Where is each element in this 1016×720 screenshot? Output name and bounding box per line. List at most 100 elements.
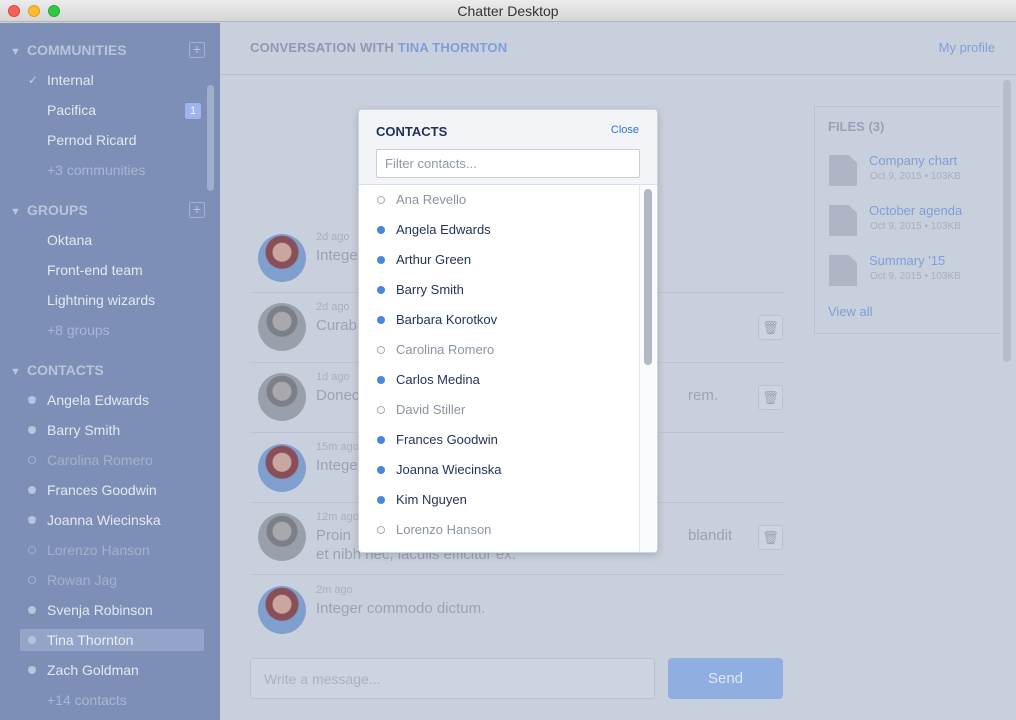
sidebar-item-group[interactable]: Lightning wizards: [20, 289, 204, 311]
online-status-icon: [28, 666, 36, 674]
contact-item[interactable]: Carolina Romero: [359, 335, 639, 365]
sidebar-item-contact[interactable]: Angela Edwards: [20, 389, 204, 411]
online-status-icon: [377, 316, 385, 324]
contact-item[interactable]: Angela Edwards: [359, 215, 639, 245]
sidebar-item-contact[interactable]: Barry Smith: [20, 419, 204, 441]
send-button[interactable]: Send: [668, 658, 783, 699]
contact-item[interactable]: Joanna Wiecinska: [359, 455, 639, 485]
sidebar-item-contact[interactable]: Lorenzo Hanson: [20, 539, 204, 561]
window-title: Chatter Desktop: [457, 3, 559, 19]
modal-title: CONTACTS: [376, 124, 448, 139]
offline-status-icon: [377, 346, 385, 354]
contact-item[interactable]: Kim Nguyen: [359, 485, 639, 515]
sidebar-item-contact[interactable]: Rowan Jag: [20, 569, 204, 591]
window-zoom-button[interactable]: [48, 5, 60, 17]
sidebar-item-community[interactable]: ✓ Internal: [20, 69, 204, 91]
offline-status-icon: [28, 546, 36, 554]
my-profile-link[interactable]: My profile: [939, 40, 995, 55]
file-meta: Oct 9, 2015 • 103KB: [870, 271, 961, 282]
offline-status-icon: [377, 526, 385, 534]
online-status-icon: [28, 636, 36, 644]
sidebar-item-contact-selected[interactable]: Tina Thornton: [20, 629, 204, 651]
file-name[interactable]: Summary '15: [869, 253, 945, 268]
sidebar-item-contact[interactable]: Joanna Wiecinska: [20, 509, 204, 531]
files-title: FILES (3): [828, 119, 885, 134]
window-close-button[interactable]: [8, 5, 20, 17]
communities-section-header[interactable]: ▼ COMMUNITIES +: [10, 40, 205, 60]
sidebar-item-contact[interactable]: Svenja Robinson: [20, 599, 204, 621]
window-titlebar: Chatter Desktop: [0, 0, 1016, 22]
delete-message-button[interactable]: 🗑: [758, 385, 783, 410]
contact-item[interactable]: Lorenzo Hanson: [359, 515, 639, 545]
checkmark-icon: ✓: [28, 73, 39, 87]
avatar: [258, 234, 306, 282]
contact-item[interactable]: Frances Goodwin: [359, 425, 639, 455]
window-minimize-button[interactable]: [28, 5, 40, 17]
sidebar-item-group[interactable]: Front-end team: [20, 259, 204, 281]
message-time: 12m ago: [316, 511, 359, 523]
online-status-icon: [28, 516, 36, 524]
avatar: [258, 303, 306, 351]
trash-icon: 🗑: [762, 530, 779, 545]
sidebar-item-community[interactable]: Pacifica 1: [20, 99, 204, 121]
online-status-icon: [377, 226, 385, 234]
contact-item[interactable]: Arthur Green: [359, 245, 639, 275]
delete-message-button[interactable]: 🗑: [758, 525, 783, 550]
offline-status-icon: [377, 406, 385, 414]
contact-item[interactable]: Ana Revello: [359, 185, 639, 215]
online-status-icon: [377, 466, 385, 474]
online-status-icon: [377, 376, 385, 384]
sidebar-item-contact[interactable]: Frances Goodwin: [20, 479, 204, 501]
message-input[interactable]: Write a message...: [250, 658, 655, 699]
sidebar-scrollbar[interactable]: [207, 85, 214, 191]
message-time: 2m ago: [316, 584, 353, 596]
file-name[interactable]: Company chart: [869, 153, 957, 168]
file-item[interactable]: October agenda Oct 9, 2015 • 103KB: [829, 203, 999, 239]
contact-item[interactable]: Barbara Korotkov: [359, 305, 639, 335]
file-item[interactable]: Company chart Oct 9, 2015 • 103KB: [829, 153, 999, 189]
sidebar-item-contact[interactable]: Carolina Romero: [20, 449, 204, 471]
chevron-down-icon: ▼: [10, 206, 21, 218]
online-status-icon: [28, 396, 36, 404]
message-text-tail: rem.: [688, 387, 718, 404]
filter-contacts-input[interactable]: [376, 149, 640, 178]
document-icon: [829, 155, 857, 186]
files-panel: FILES (3) Company chart Oct 9, 2015 • 10…: [814, 106, 1000, 334]
message-time: 2d ago: [316, 301, 350, 313]
main-scrollbar[interactable]: [1003, 80, 1011, 362]
file-item[interactable]: Summary '15 Oct 9, 2015 • 103KB: [829, 253, 999, 289]
conversation-contact-name[interactable]: TINA THORNTON: [398, 40, 507, 55]
document-icon: [829, 205, 857, 236]
sidebar-item-community[interactable]: Pernod Ricard: [20, 129, 204, 151]
sidebar-item-contact[interactable]: Zach Goldman: [20, 659, 204, 681]
add-community-button[interactable]: +: [189, 42, 205, 58]
avatar: [258, 444, 306, 492]
more-communities-link[interactable]: +3 communities: [20, 159, 204, 181]
contacts-section-header[interactable]: ▼ CONTACTS: [10, 360, 205, 380]
contact-item[interactable]: Carlos Medina: [359, 365, 639, 395]
more-contacts-link[interactable]: +14 contacts: [20, 689, 204, 711]
online-status-icon: [377, 436, 385, 444]
view-all-files-link[interactable]: View all: [828, 304, 873, 319]
chevron-down-icon: ▼: [10, 366, 21, 378]
contact-item[interactable]: David Stiller: [359, 395, 639, 425]
online-status-icon: [28, 426, 36, 434]
more-groups-link[interactable]: +8 groups: [20, 319, 204, 341]
add-group-button[interactable]: +: [189, 202, 205, 218]
online-status-icon: [28, 486, 36, 494]
groups-section-header[interactable]: ▼ GROUPS +: [10, 200, 205, 220]
sidebar: ▼ COMMUNITIES + ✓ Internal Pacifica 1 Pern…: [0, 23, 220, 720]
trash-icon: 🗑: [762, 390, 779, 405]
avatar: [258, 586, 306, 634]
modal-header: CONTACTS Close: [359, 110, 657, 185]
contacts-modal: CONTACTS Close Ana Revello Angela Edward…: [358, 109, 658, 553]
online-status-icon: [377, 496, 385, 504]
delete-message-button[interactable]: 🗑: [758, 315, 783, 340]
close-modal-button[interactable]: Close: [611, 124, 639, 136]
avatar: [258, 513, 306, 561]
conversation-header: CONVERSATION WITH TINA THORNTON My profi…: [220, 23, 1016, 75]
contact-list-scrollbar[interactable]: [644, 189, 652, 365]
contact-item[interactable]: Barry Smith: [359, 275, 639, 305]
file-name[interactable]: October agenda: [869, 203, 962, 218]
sidebar-item-group[interactable]: Oktana: [20, 229, 204, 251]
